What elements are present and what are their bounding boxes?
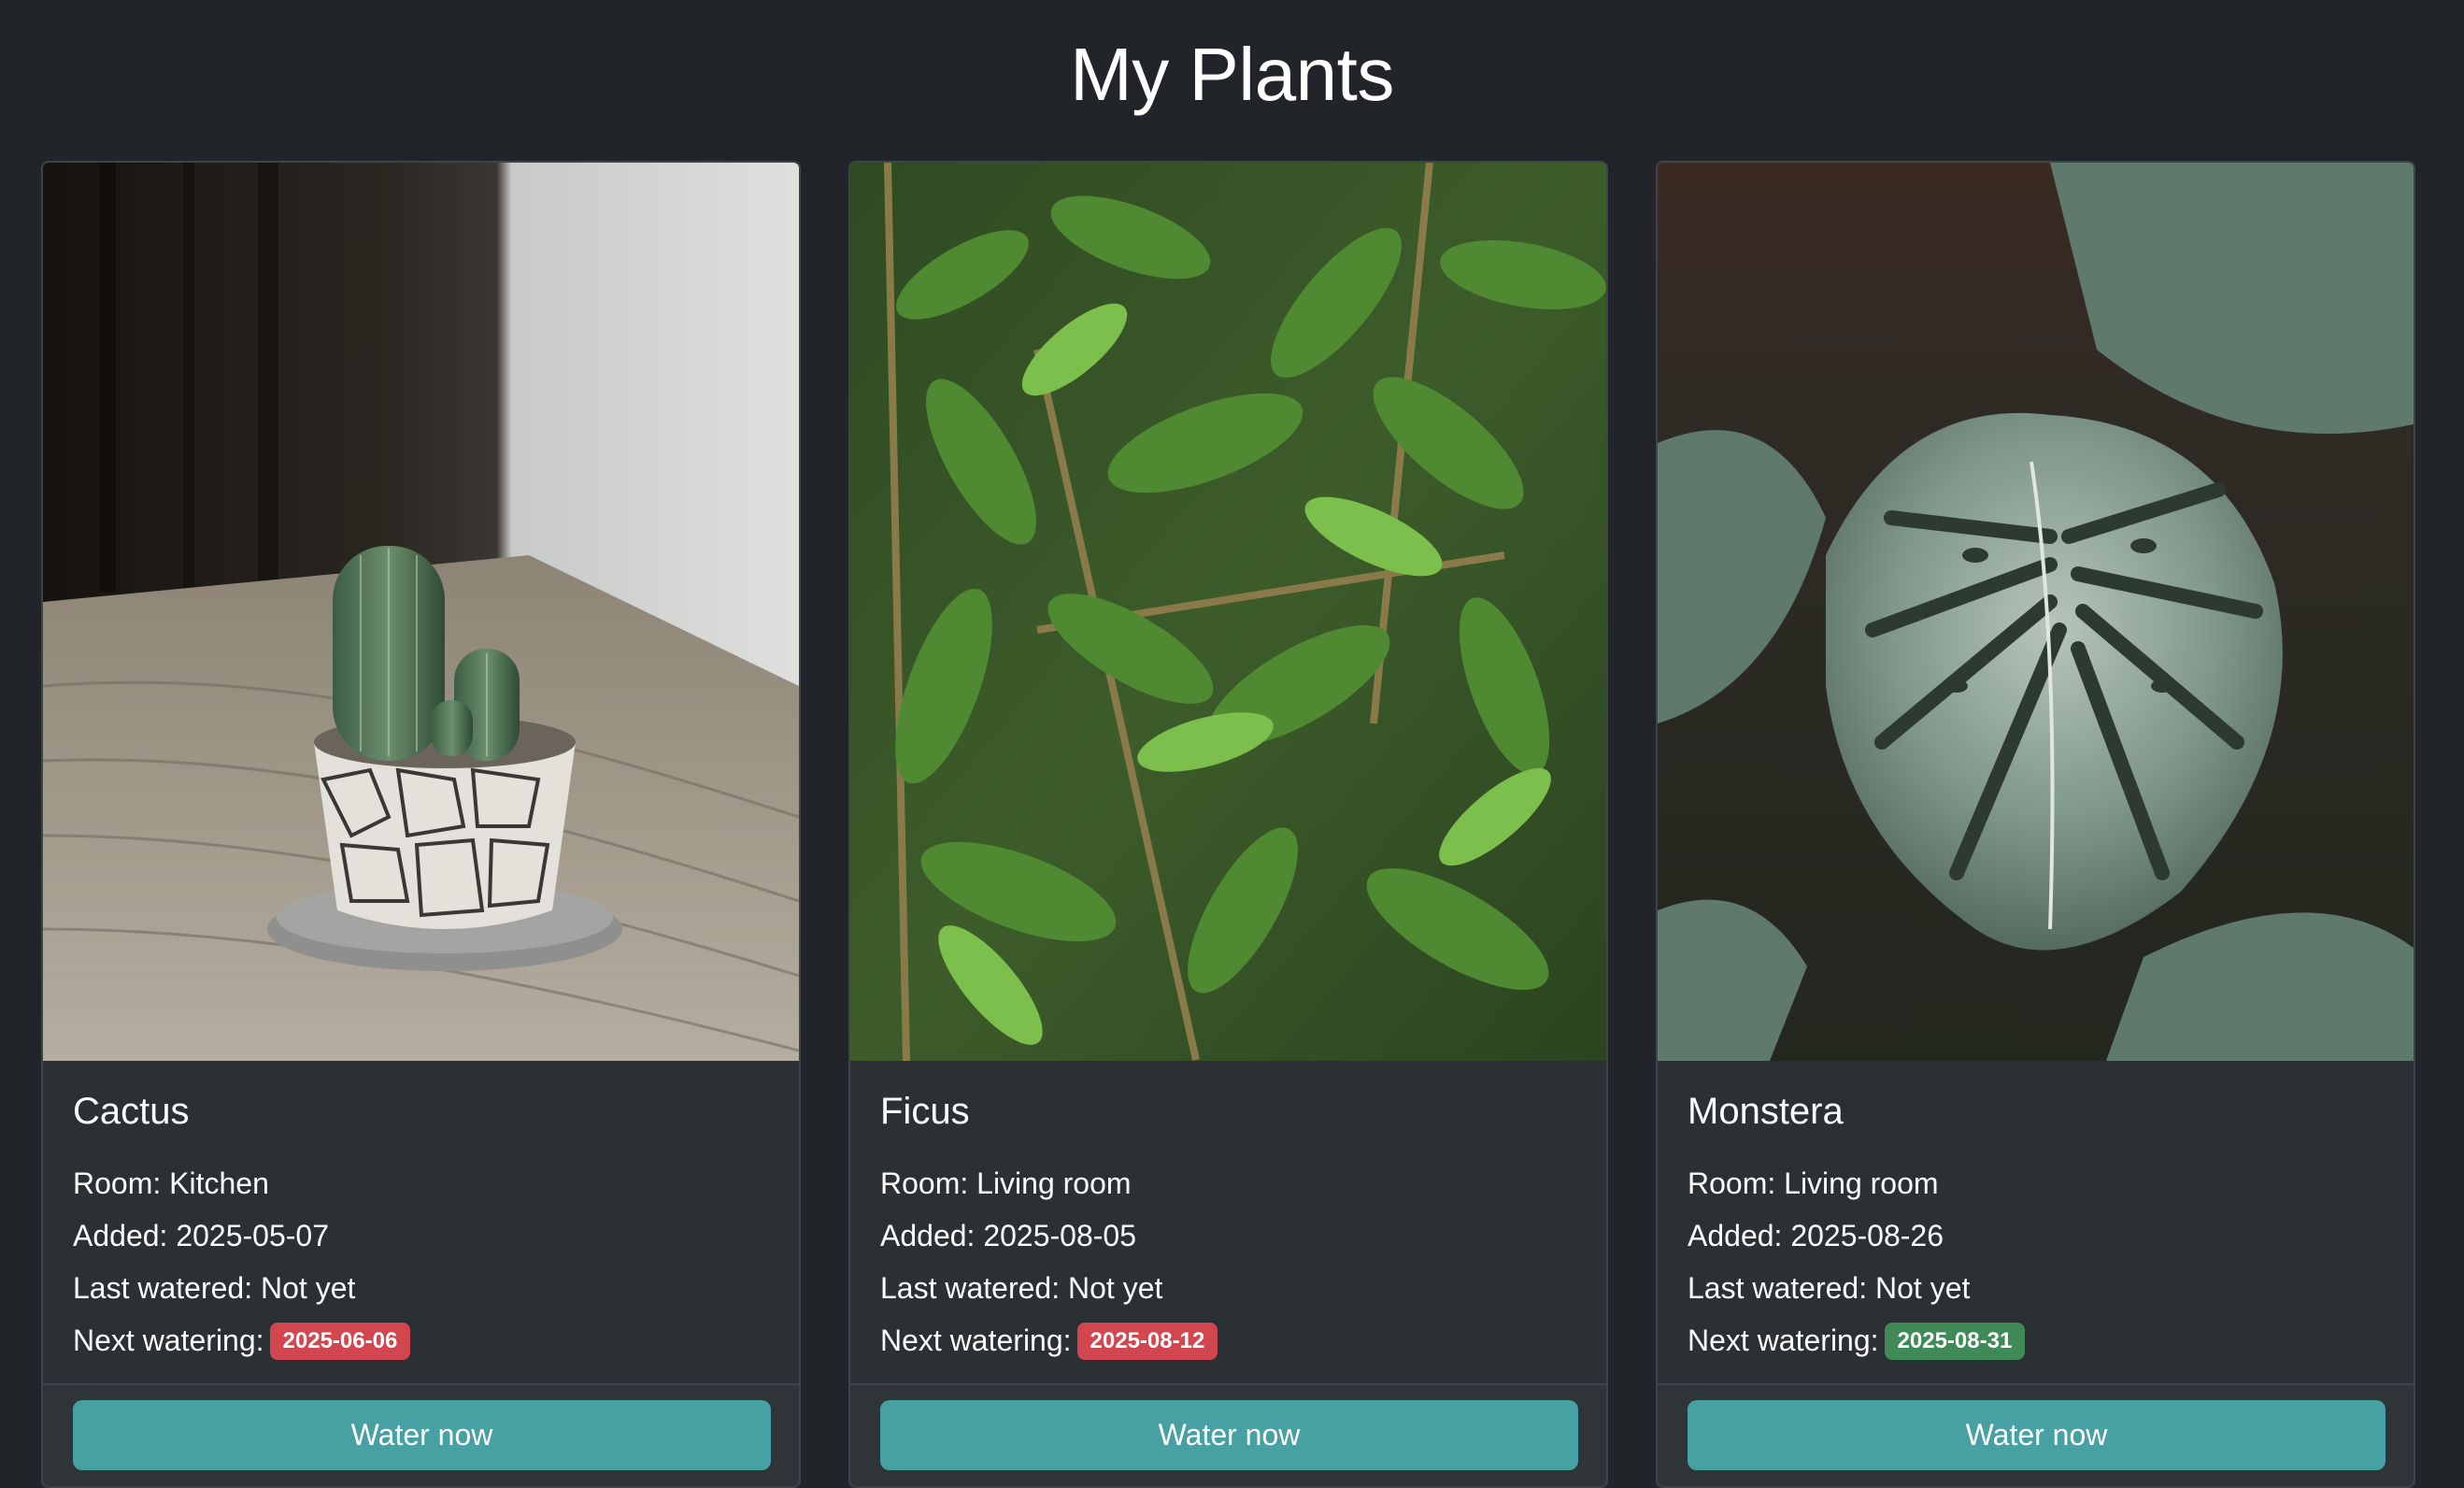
- last-watered-line: Last watered: Not yet: [1688, 1262, 2388, 1314]
- card-footer: Water now: [850, 1383, 1606, 1486]
- added-value: 2025-05-07: [176, 1219, 329, 1252]
- last-watered-label: Last watered:: [73, 1271, 253, 1305]
- next-watering-badge: 2025-08-31: [1884, 1323, 2026, 1360]
- added-value: 2025-08-26: [1790, 1219, 1944, 1252]
- next-watering-label: Next watering:: [1688, 1323, 1879, 1357]
- plant-name: Cactus: [73, 1091, 190, 1132]
- room-value: Living room: [1784, 1166, 1939, 1200]
- water-now-button[interactable]: Water now: [1688, 1400, 2386, 1470]
- room-line: Room: Kitchen: [73, 1157, 774, 1209]
- last-watered-label: Last watered:: [880, 1271, 1061, 1305]
- added-line: Added: 2025-05-07: [73, 1209, 774, 1262]
- added-label: Added:: [73, 1219, 168, 1252]
- card-body: Cactus Room: Kitchen Added: 2025-05-07 L…: [73, 1088, 774, 1366]
- last-watered-line: Last watered: Not yet: [73, 1262, 774, 1314]
- cactus-photo: [43, 163, 799, 1061]
- added-line: Added: 2025-08-05: [880, 1209, 1581, 1262]
- next-watering-badge: 2025-08-12: [1076, 1323, 1218, 1360]
- plant-card-monstera: Monstera Room: Living room Added: 2025-0…: [1656, 161, 2415, 1488]
- plant-name: Ficus: [880, 1091, 970, 1132]
- next-watering-label: Next watering:: [73, 1323, 264, 1357]
- added-label: Added:: [880, 1219, 976, 1252]
- monstera-photo: [1658, 163, 2414, 1061]
- room-line: Room: Living room: [1688, 1157, 2388, 1209]
- last-watered-label: Last watered:: [1688, 1271, 1868, 1305]
- card-footer: Water now: [43, 1383, 799, 1486]
- last-watered-value: Not yet: [1068, 1271, 1163, 1305]
- water-now-button[interactable]: Water now: [880, 1400, 1578, 1470]
- room-value: Kitchen: [169, 1166, 269, 1200]
- room-label: Room:: [73, 1166, 162, 1200]
- plant-card-grid: Cactus Room: Kitchen Added: 2025-05-07 L…: [41, 161, 2419, 1488]
- plant-card-ficus: Ficus Room: Living room Added: 2025-08-0…: [848, 161, 1608, 1488]
- room-label: Room:: [1688, 1166, 1776, 1200]
- added-label: Added:: [1688, 1219, 1783, 1252]
- last-watered-line: Last watered: Not yet: [880, 1262, 1581, 1314]
- next-watering-label: Next watering:: [880, 1323, 1072, 1357]
- page-title: My Plants: [1070, 33, 1394, 116]
- last-watered-value: Not yet: [1875, 1271, 1971, 1305]
- water-now-button[interactable]: Water now: [73, 1400, 771, 1470]
- next-watering-line: Next watering: 2025-08-12: [880, 1314, 1581, 1366]
- next-watering-line: Next watering: 2025-06-06: [73, 1314, 774, 1366]
- added-line: Added: 2025-08-26: [1688, 1209, 2388, 1262]
- card-body: Ficus Room: Living room Added: 2025-08-0…: [880, 1088, 1581, 1366]
- card-footer: Water now: [1658, 1383, 2414, 1486]
- room-label: Room:: [880, 1166, 969, 1200]
- card-body: Monstera Room: Living room Added: 2025-0…: [1688, 1088, 2388, 1366]
- ficus-photo: [850, 163, 1606, 1061]
- room-value: Living room: [976, 1166, 1132, 1200]
- next-watering-line: Next watering: 2025-08-31: [1688, 1314, 2388, 1366]
- added-value: 2025-08-05: [983, 1219, 1136, 1252]
- plant-name: Monstera: [1688, 1091, 1844, 1132]
- room-line: Room: Living room: [880, 1157, 1581, 1209]
- last-watered-value: Not yet: [261, 1271, 356, 1305]
- next-watering-badge: 2025-06-06: [269, 1323, 411, 1360]
- plant-card-cactus: Cactus Room: Kitchen Added: 2025-05-07 L…: [41, 161, 801, 1488]
